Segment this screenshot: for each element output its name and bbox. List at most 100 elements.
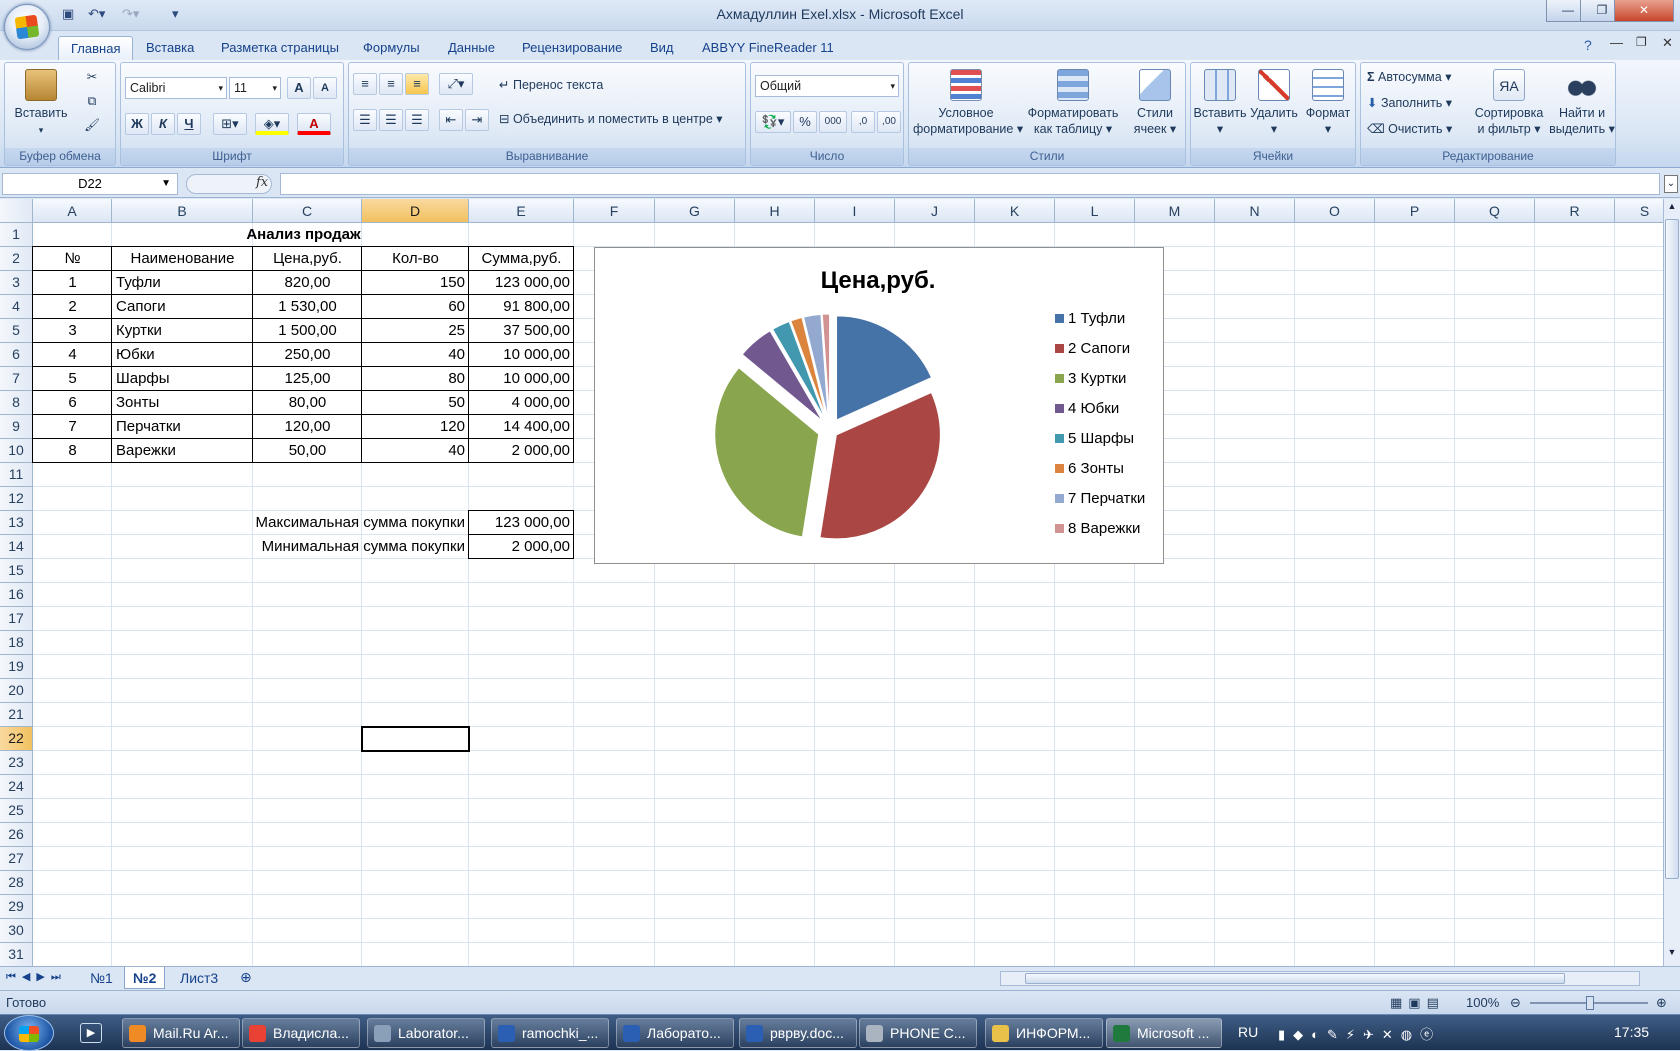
row-header[interactable]: 31: [0, 943, 33, 966]
row-header[interactable]: 11: [0, 463, 33, 487]
row-header[interactable]: 16: [0, 583, 33, 607]
column-header[interactable]: R: [1535, 199, 1615, 223]
percent-button[interactable]: %: [793, 111, 817, 133]
format-painter-icon[interactable]: 🖌: [83, 117, 101, 133]
max-sum-label[interactable]: Максимальная сумма покупки: [112, 511, 469, 535]
doc-restore-icon[interactable]: ❐: [1636, 35, 1647, 49]
row-header[interactable]: 9: [0, 415, 33, 439]
pie-chart[interactable]: Цена,руб. 1 Туфли 2 Сапоги 3 Куртки 4 Юбки 5 …: [594, 247, 1164, 564]
tab-data[interactable]: Данные: [436, 36, 507, 60]
row-header[interactable]: 13: [0, 511, 33, 535]
row-header[interactable]: 1: [0, 223, 33, 247]
row-header[interactable]: 20: [0, 679, 33, 703]
help-icon[interactable]: ?: [1584, 37, 1592, 53]
horizontal-scroll-thumb[interactable]: [1025, 973, 1565, 984]
merge-center-button[interactable]: ⊟ Объединить и поместить в центре ▾: [499, 111, 723, 127]
insert-function-button[interactable]: fx: [256, 175, 268, 190]
row-header[interactable]: 8: [0, 391, 33, 415]
column-header[interactable]: C: [253, 199, 362, 223]
tab-view[interactable]: Вид: [638, 36, 686, 60]
font-name-select[interactable]: Calibri ▾: [125, 77, 227, 99]
view-buttons-icon[interactable]: ▦▣▤: [1390, 995, 1445, 1011]
sort-filter-button[interactable]: ЯА Сортировка и фильтр ▾: [1469, 69, 1549, 137]
active-cell-selection[interactable]: [361, 726, 470, 752]
row-header[interactable]: 6: [0, 343, 33, 367]
taskbar-item[interactable]: ramochki_...: [491, 1018, 609, 1048]
formula-input[interactable]: [280, 173, 1660, 195]
find-select-button[interactable]: Найти и выделить ▾: [1549, 69, 1615, 137]
row-header[interactable]: 4: [0, 295, 33, 319]
row-header[interactable]: 5: [0, 319, 33, 343]
min-sum-label[interactable]: Минимальная сумма покупки: [112, 535, 469, 559]
zoom-out-icon[interactable]: ⊖: [1510, 995, 1521, 1011]
row-header[interactable]: 22: [0, 727, 33, 751]
row-header[interactable]: 29: [0, 895, 33, 919]
taskbar-item[interactable]: Владисла...: [242, 1018, 360, 1048]
sheet-nav-icon[interactable]: ⏮◀▶⏭: [6, 970, 67, 984]
column-header[interactable]: F: [574, 199, 655, 223]
increase-indent-icon[interactable]: ⇥: [465, 109, 489, 131]
tab-home[interactable]: Главная: [58, 36, 134, 60]
shrink-font-button[interactable]: A: [313, 77, 337, 99]
column-header[interactable]: N: [1215, 199, 1295, 223]
office-button[interactable]: [4, 4, 50, 50]
doc-minimize-icon[interactable]: —: [1610, 35, 1623, 50]
select-all-corner[interactable]: [0, 199, 33, 223]
row-header[interactable]: 14: [0, 535, 33, 559]
worksheet-grid[interactable]: A B C D E F G H I J K L M N O P Q R S 1 2 3 4 5 6 7 8 9 10 11 12 13 14 15…: [0, 199, 1663, 966]
row-header[interactable]: 17: [0, 607, 33, 631]
format-cells-button[interactable]: Формат ▾: [1301, 69, 1355, 137]
delete-cells-button[interactable]: Удалить ▾: [1247, 69, 1301, 137]
legend-entry[interactable]: 8 Варежки: [1068, 520, 1140, 537]
row-header[interactable]: 18: [0, 631, 33, 655]
currency-icon[interactable]: 💱▾: [755, 111, 791, 133]
decrease-decimal-button[interactable]: ,00: [877, 111, 901, 133]
row-header[interactable]: 12: [0, 487, 33, 511]
sheet-tab-1[interactable]: №1: [82, 967, 121, 989]
insert-sheet-icon[interactable]: ⊕: [240, 969, 252, 986]
row-header[interactable]: 10: [0, 439, 33, 463]
align-bottom-icon[interactable]: ≡: [405, 73, 429, 95]
increase-decimal-button[interactable]: ,0: [851, 111, 875, 133]
taskbar-item[interactable]: PHONE C...: [859, 1018, 977, 1048]
legend-entry[interactable]: 2 Сапоги: [1068, 340, 1130, 357]
legend-entry[interactable]: 1 Туфли: [1068, 310, 1125, 327]
font-color-button[interactable]: A: [297, 113, 331, 135]
column-header[interactable]: Q: [1455, 199, 1535, 223]
clear-button[interactable]: ⌫ Очистить ▾: [1367, 121, 1452, 137]
column-header[interactable]: D: [362, 199, 469, 223]
scroll-up-icon[interactable]: ▲: [1665, 201, 1679, 215]
align-top-icon[interactable]: ≡: [353, 73, 377, 95]
legend-entry[interactable]: 7 Перчатки: [1068, 490, 1145, 507]
column-header[interactable]: I: [815, 199, 895, 223]
copy-icon[interactable]: ⧉: [83, 93, 101, 109]
paste-button[interactable]: Вставить ▾: [13, 69, 69, 138]
tab-insert[interactable]: Вставка: [134, 36, 206, 60]
zoom-in-icon[interactable]: ⊕: [1656, 995, 1667, 1011]
chart-title[interactable]: Цена,руб.: [821, 267, 936, 294]
media-player-icon[interactable]: ▶: [80, 1023, 102, 1043]
vertical-scrollbar[interactable]: ▲ ▼: [1663, 199, 1680, 966]
column-header[interactable]: M: [1135, 199, 1215, 223]
doc-close-icon[interactable]: ✕: [1662, 35, 1673, 51]
borders-icon[interactable]: ⊞▾: [213, 113, 247, 135]
row-header[interactable]: 25: [0, 799, 33, 823]
zoom-slider-handle[interactable]: [1586, 996, 1594, 1010]
grow-font-button[interactable]: A: [287, 77, 311, 99]
thousands-button[interactable]: 000: [819, 111, 847, 133]
fill-button[interactable]: ⬇ Заполнить ▾: [1367, 95, 1452, 111]
row-header[interactable]: 24: [0, 775, 33, 799]
underline-button[interactable]: Ч: [177, 113, 201, 135]
taskbar-item[interactable]: Mail.Ru Ar...: [122, 1018, 240, 1048]
wrap-text-button[interactable]: ↵ Перенос текста: [499, 77, 603, 93]
taskbar-item[interactable]: ИНФОРМ...: [985, 1018, 1103, 1048]
font-size-select[interactable]: 11 ▾: [229, 77, 281, 99]
align-center-icon[interactable]: ☰: [379, 109, 403, 131]
vertical-scroll-thumb[interactable]: [1665, 219, 1679, 879]
insert-cells-button[interactable]: Вставить ▾: [1193, 69, 1247, 137]
row-header[interactable]: 28: [0, 871, 33, 895]
zoom-level[interactable]: 100%: [1466, 995, 1499, 1010]
sheet-tab-3[interactable]: Лист3: [172, 967, 226, 989]
row-header[interactable]: 15: [0, 559, 33, 583]
column-header[interactable]: E: [469, 199, 574, 223]
